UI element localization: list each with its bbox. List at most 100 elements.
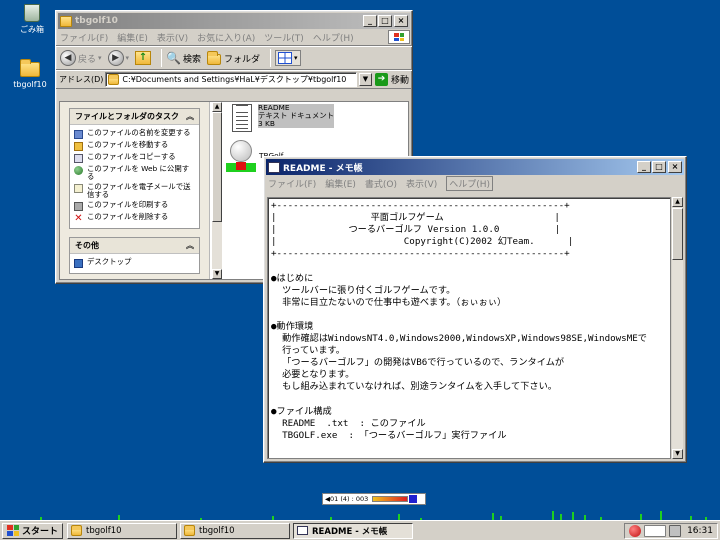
maximize-button[interactable]: □ — [378, 15, 392, 27]
menu-file[interactable]: ファイル(F) — [60, 31, 108, 44]
task-pane-scrollbar[interactable]: ▲ ▼ — [212, 102, 222, 279]
scroll-up-button[interactable]: ▲ — [212, 102, 222, 112]
power-gauge[interactable] — [372, 496, 409, 502]
notepad-window: README - メモ帳 _ □ × ファイル(F) 編集(E) 書式(O) 表… — [263, 156, 687, 463]
text-line — [271, 260, 667, 272]
folders-button[interactable]: フォルダ — [207, 51, 260, 65]
delete-x-icon: ✕ — [74, 213, 83, 224]
search-button[interactable]: 🔍 検索 — [166, 51, 201, 65]
globe-icon — [74, 166, 83, 175]
notepad-icon — [297, 526, 309, 535]
place-desktop[interactable]: デスクトップ — [70, 257, 199, 269]
go-button[interactable]: ➔ 移動 — [374, 73, 409, 86]
desktop-icon-recycle-bin[interactable]: ごみ箱 — [4, 4, 60, 35]
collapse-icon: ︽ — [186, 241, 194, 250]
grass-tuft — [640, 514, 642, 520]
notepad-text-area[interactable]: +---------------------------------------… — [267, 197, 671, 459]
task-delete[interactable]: ✕ このファイルを削除する — [70, 212, 199, 224]
text-line: 必要となります。 — [271, 369, 355, 381]
file-readme[interactable]: README テキスト ドキュメント 3 KB — [232, 104, 335, 132]
minimize-button[interactable]: _ — [363, 15, 377, 27]
scroll-thumb[interactable] — [672, 208, 683, 260]
taskbar-button-notepad[interactable]: README - メモ帳 — [293, 522, 414, 539]
toolbar-separator — [161, 49, 163, 67]
go-arrow-icon: ➔ — [374, 73, 388, 86]
menu-tools[interactable]: ツール(T) — [264, 31, 304, 44]
copy-icon — [74, 154, 83, 163]
close-button[interactable]: × — [668, 161, 682, 173]
task-rename[interactable]: このファイルの名前を変更する — [70, 128, 199, 140]
start-button[interactable]: スタート — [2, 522, 64, 539]
views-button[interactable]: ▾ — [275, 50, 301, 66]
power-gauge-end — [409, 495, 418, 503]
text-line: | 平面ゴルフゲーム | — [271, 212, 560, 224]
desktop-icon-tbgolf-folder[interactable]: tbgolf10 — [2, 59, 58, 89]
menu-view[interactable]: 表示(V) — [406, 177, 437, 190]
other-places-header[interactable]: その他 ︽ — [70, 238, 199, 254]
text-line: +---------------------------------------… — [271, 200, 570, 211]
text-line: ツールバーに張り付くゴルフゲームです。 — [271, 284, 456, 296]
text-line: README .txt : このファイル — [271, 417, 426, 429]
notepad-titlebar[interactable]: README - メモ帳 _ □ × — [266, 159, 684, 175]
taskbar-button-explorer-2[interactable]: tbgolf10 — [180, 522, 291, 539]
printer-icon — [74, 202, 83, 211]
address-label: アドレス(D) — [59, 75, 104, 84]
menu-edit[interactable]: 編集(E) — [325, 177, 356, 190]
text-document-icon — [232, 104, 252, 132]
clock: 16:31 — [687, 525, 713, 536]
rename-icon — [74, 130, 83, 139]
scroll-down-button[interactable]: ▼ — [212, 269, 222, 279]
task-publish-web[interactable]: このファイルを Web に公開する — [70, 164, 199, 182]
explorer-titlebar[interactable]: tbgolf10 _ □ × — [58, 13, 410, 29]
task-copy[interactable]: このファイルをコピーする — [70, 152, 199, 164]
grass-tuft — [420, 518, 422, 520]
ime-icon[interactable] — [644, 524, 667, 537]
menu-favorites[interactable]: お気に入り(A) — [197, 31, 255, 44]
task-move[interactable]: このファイルを移動する — [70, 140, 199, 152]
up-folder-icon: ↑ — [135, 51, 152, 65]
up-folder-button[interactable]: ↑ — [135, 51, 152, 65]
grass-tuft — [705, 517, 707, 520]
grass-tuft — [40, 517, 42, 520]
grass-tuft — [584, 515, 586, 520]
scroll-down-button[interactable]: ▼ — [672, 449, 683, 459]
menu-help[interactable]: ヘルプ(H) — [446, 176, 494, 191]
scroll-thumb[interactable] — [212, 112, 222, 222]
file-tasks-header[interactable]: ファイルとフォルダのタスク ︽ — [70, 109, 199, 125]
taskbar-button-explorer-1[interactable]: tbgolf10 — [67, 522, 178, 539]
tray-app-icon[interactable] — [629, 524, 642, 537]
menu-file[interactable]: ファイル(F) — [268, 177, 316, 190]
back-arrow-icon: ◀ — [60, 50, 76, 66]
maximize-button[interactable]: □ — [652, 161, 666, 173]
grass-tuft — [572, 512, 574, 520]
menu-view[interactable]: 表示(V) — [157, 31, 188, 44]
minimize-button[interactable]: _ — [637, 161, 651, 173]
menu-edit[interactable]: 編集(E) — [117, 31, 148, 44]
text-line: ●はじめに — [271, 272, 314, 284]
text-line: ●動作環境 — [271, 320, 314, 332]
notepad-scrollbar[interactable]: ▲ ▼ — [672, 197, 683, 459]
text-line — [271, 394, 667, 406]
address-input[interactable]: C:¥Documents and Settings¥HaL¥デスクトップ¥tbg… — [105, 72, 357, 87]
menu-format[interactable]: 書式(O) — [365, 177, 397, 190]
task-email[interactable]: このファイルを電子メールで送信する — [70, 182, 199, 200]
back-button[interactable]: ◀ 戻る ▾ — [60, 50, 102, 66]
folder-icon — [108, 73, 120, 85]
folder-icon — [207, 51, 222, 65]
move-icon — [74, 142, 83, 151]
forward-arrow-icon: ▶ — [107, 50, 124, 66]
scroll-up-button[interactable]: ▲ — [672, 197, 683, 207]
grass-tuft — [200, 518, 202, 520]
chevron-down-icon: ▾ — [98, 54, 102, 62]
speaker-icon[interactable] — [669, 524, 682, 537]
views-grid-icon — [278, 52, 293, 64]
text-line — [271, 309, 667, 321]
close-button[interactable]: × — [394, 15, 408, 27]
collapse-icon: ︽ — [186, 112, 194, 121]
forward-button[interactable]: ▶ ▾ — [107, 50, 129, 66]
task-print[interactable]: このファイルを印刷する — [70, 200, 199, 212]
menu-help[interactable]: ヘルプ(H) — [313, 31, 354, 44]
text-line: もし組み込まれていなければ、別途ランタイムを入手して下さい。 — [271, 381, 557, 393]
grass-tuft — [118, 515, 120, 520]
address-dropdown-button[interactable]: ▼ — [358, 73, 372, 86]
